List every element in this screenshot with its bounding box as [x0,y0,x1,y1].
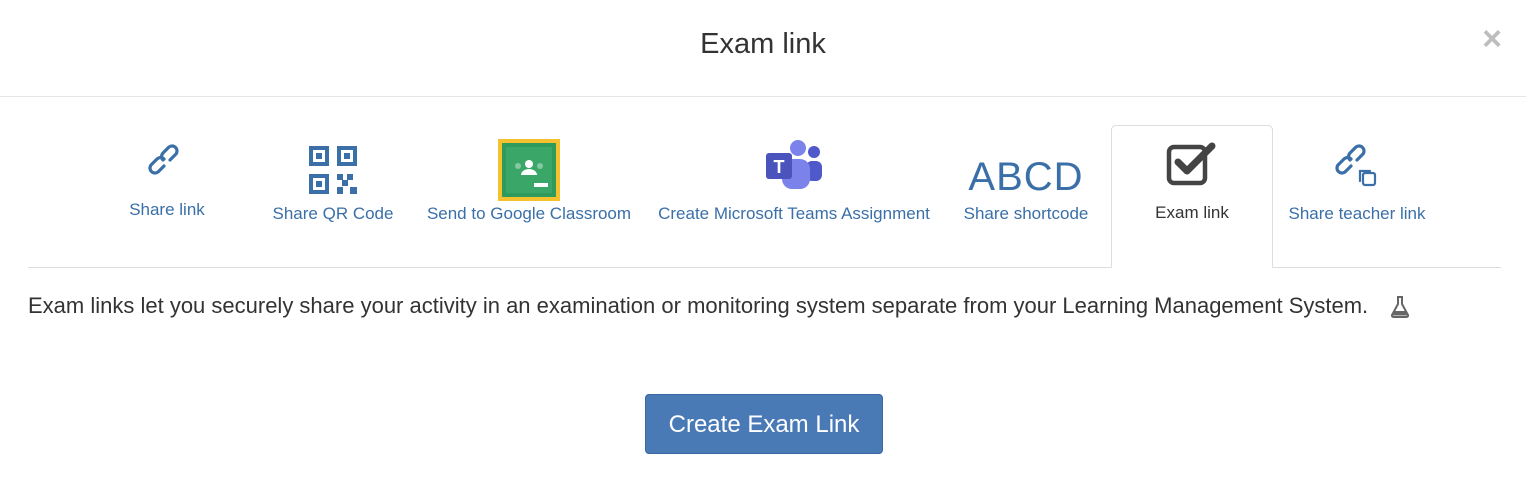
tab-label: Create Microsoft Teams Assignment [658,204,930,223]
tab-label: Exam link [1155,203,1229,222]
exam-link-dialog: Exam link × Share link Share QR Code Sen… [0,0,1526,480]
tab-google-classroom[interactable]: Send to Google Classroom [424,125,634,268]
tab-exam-link[interactable]: Exam link [1111,125,1273,268]
dialog-title: Exam link [700,28,826,60]
flask-icon [1391,296,1410,319]
tab-label: Share link [129,200,205,219]
teacher-link-icon [1335,144,1377,187]
description-text: Exam links let you securely share your a… [28,293,1369,318]
share-tabs: Share link Share QR Code Send to Google … [28,125,1501,268]
checkbox-icon [1166,142,1216,186]
tab-label: Share shortcode [963,204,1089,223]
tab-share-shortcode[interactable]: ABCD Share shortcode [956,125,1096,268]
create-exam-link-button[interactable]: Create Exam Link [645,394,883,454]
svg-text:T: T [774,157,785,177]
close-icon[interactable]: × [1482,22,1502,56]
tab-share-teacher-link[interactable]: Share teacher link [1283,125,1431,268]
tab-share-link[interactable]: Share link [98,125,236,268]
dialog-header: Exam link × [0,0,1526,97]
shortcode-icon: ABCD [968,155,1084,199]
exam-link-description: Exam links let you securely share your a… [28,288,1488,324]
microsoft-teams-icon: T [766,140,822,189]
tab-label: Send to Google Classroom [426,204,632,223]
qr-code-icon [309,146,357,194]
tab-share-qr-code[interactable]: Share QR Code [264,125,402,268]
tab-label: Share teacher link [1288,204,1426,223]
link-icon [148,144,179,175]
tab-label: Share QR Code [272,204,394,223]
tab-microsoft-teams[interactable]: T Create Microsoft Teams Assignment [648,125,940,268]
google-classroom-icon [498,139,560,201]
